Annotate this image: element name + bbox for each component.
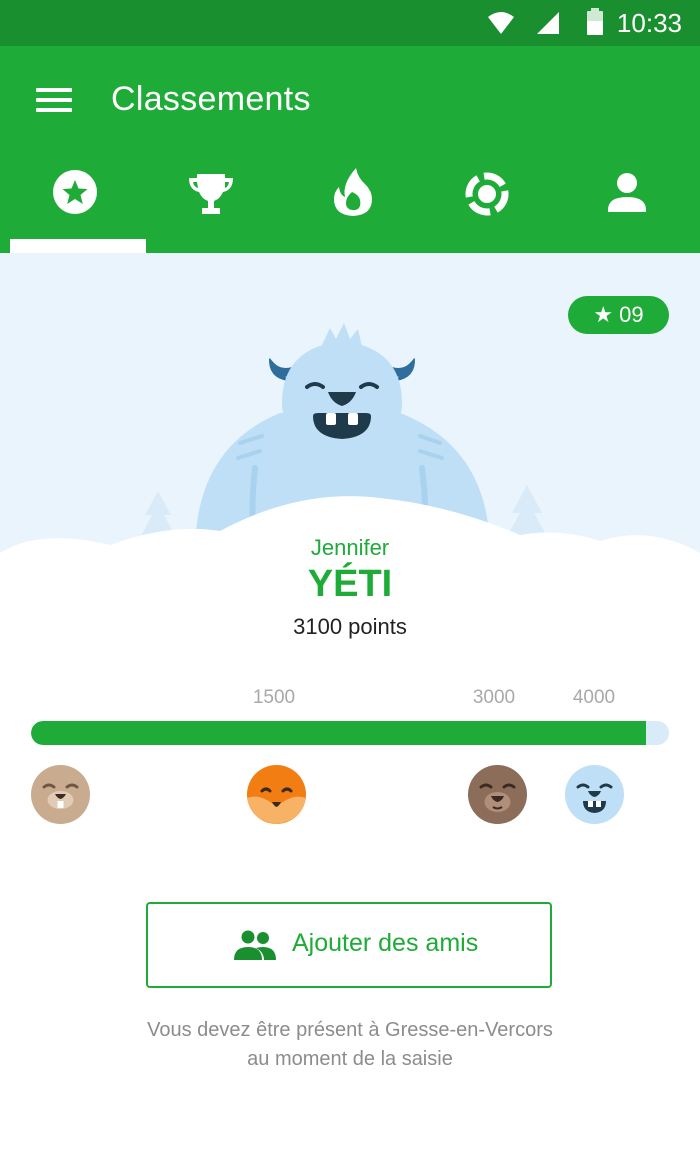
tab-target[interactable] [417, 146, 557, 253]
tab-flame[interactable] [283, 146, 423, 253]
yeti-icon [565, 765, 624, 824]
target-ring-icon [465, 172, 509, 216]
hamburger-menu-icon[interactable] [26, 76, 82, 124]
add-friends-label: Ajouter des amis [292, 929, 479, 957]
add-friends-button[interactable]: Ajouter des amis [146, 902, 552, 988]
tab-bar [0, 146, 700, 254]
star-circle-icon [53, 170, 97, 214]
status-bar: 10:33 [0, 0, 700, 46]
fox-icon [247, 765, 306, 824]
presence-note-line1: Vous devez être présent à Gresse-en-Verc… [147, 1019, 553, 1041]
level-progress-fill [31, 721, 646, 745]
status-time: 10:33 [616, 8, 682, 38]
level-progress-bar [31, 721, 669, 745]
star-count-badge[interactable]: ★ 09 [568, 296, 669, 334]
tick-label: 1500 [252, 687, 296, 708]
people-icon [234, 930, 276, 960]
wifi-icon [488, 12, 514, 34]
app-bar: Classements [0, 46, 700, 254]
signal-icon [537, 12, 559, 34]
tab-stars[interactable] [5, 146, 145, 253]
page-title: Classements [111, 80, 311, 118]
person-icon [608, 173, 646, 212]
presence-note-line2: au moment de la saisie [247, 1048, 453, 1070]
user-rank: YÉTI [307, 563, 393, 605]
tab-trophy[interactable] [141, 146, 281, 253]
tab-selected-indicator [10, 239, 146, 254]
battery-icon [587, 8, 603, 35]
user-points: 3100 points [293, 614, 407, 639]
beaver-icon [31, 765, 90, 824]
tick-label: 4000 [572, 687, 616, 708]
trophy-icon [189, 174, 233, 214]
tab-profile[interactable] [557, 146, 697, 253]
tick-label: 3000 [472, 687, 516, 708]
flame-icon [334, 168, 372, 216]
user-name: Jennifer [310, 535, 390, 560]
bear-icon [468, 765, 527, 824]
